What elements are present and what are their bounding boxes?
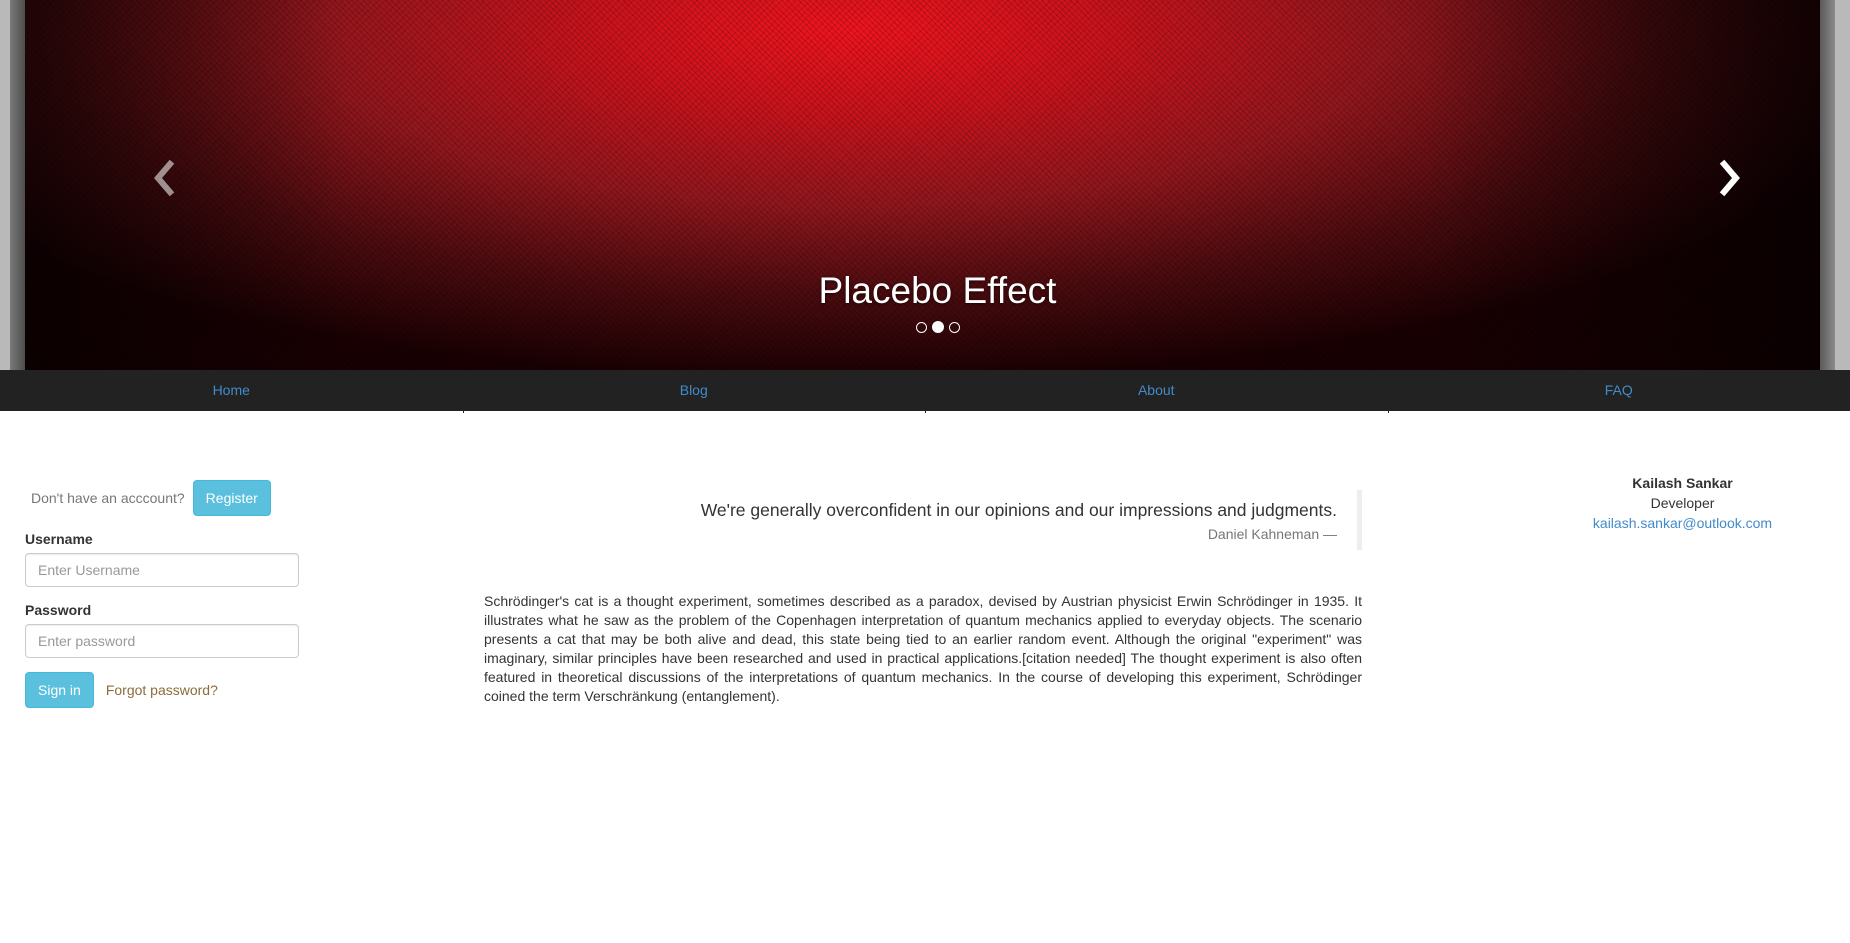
register-prompt: Don't have an acccount? (31, 490, 185, 506)
forgot-password-link[interactable]: Forgot password? (106, 682, 218, 698)
carousel-frame-left (10, 0, 25, 370)
chevron-right-icon (1719, 159, 1740, 197)
carousel-next-button[interactable] (1708, 158, 1748, 198)
password-label: Password (25, 602, 92, 618)
register-button[interactable]: Register (192, 480, 271, 516)
nav-item-home[interactable]: Home (0, 370, 463, 411)
signin-row: Sign in Forgot password? (25, 672, 305, 708)
nav-item-blog[interactable]: Blog (462, 370, 926, 413)
main-content: We're generally overconfident in our opi… (484, 490, 1362, 720)
nav-item-about[interactable]: About (925, 370, 1388, 413)
main-navbar: Home Blog About FAQ (0, 370, 1850, 413)
carousel: Placebo Effect (25, 0, 1820, 370)
quote-author: Daniel Kahneman — (1207, 526, 1337, 542)
chevron-left-icon (154, 159, 175, 197)
developer-role: Developer (1650, 495, 1715, 511)
carousel-prev-button[interactable] (146, 158, 186, 198)
quote-text: We're generally overconfident in our opi… (700, 500, 1337, 520)
carousel-caption: Placebo Effect (818, 270, 1057, 311)
carousel-indicator-1[interactable] (915, 322, 927, 333)
carousel-indicator-2[interactable] (931, 321, 944, 333)
carousel-indicators (25, 321, 1820, 333)
developer-info: Kailash Sankar Developer kailash.sankar@… (1530, 473, 1835, 533)
username-input[interactable] (25, 553, 299, 587)
quote-block: We're generally overconfident in our opi… (484, 490, 1362, 550)
username-label: Username (25, 531, 93, 547)
developer-email-link[interactable]: kailash.sankar@outlook.com (1530, 513, 1835, 533)
register-row: Don't have an acccount? Register (25, 480, 305, 516)
developer-name: Kailash Sankar (1632, 475, 1733, 491)
password-input[interactable] (25, 624, 299, 658)
carousel-container: Placebo Effect (0, 0, 1850, 370)
login-panel: Don't have an acccount? Register Usernam… (25, 480, 305, 708)
carousel-indicator-3[interactable] (948, 322, 960, 333)
carousel-frame-right (1820, 0, 1835, 370)
nav-item-faq[interactable]: FAQ (1387, 370, 1850, 413)
article-text: Schrödinger's cat is a thought experimen… (484, 593, 1362, 704)
signin-button[interactable]: Sign in (25, 672, 94, 708)
